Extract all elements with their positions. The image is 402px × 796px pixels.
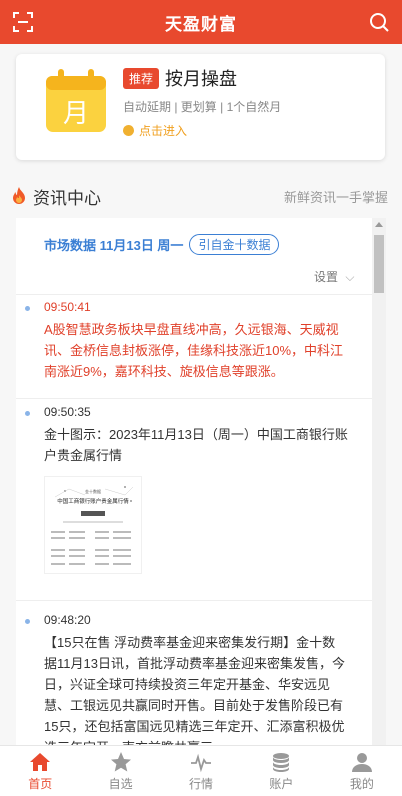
news-time: 09:48:20 [44,613,91,627]
news-item[interactable]: 09:48:20 【15只在售 浮动费率基金迎来密集发行期】金十数据11月13日… [16,613,372,745]
tab-label: 自选 [108,777,133,791]
tab-account[interactable]: 账户 [241,746,321,796]
star-icon [110,752,131,772]
section-title: 资讯中心 [33,189,101,208]
fire-icon [13,187,25,204]
top-bar: 天盈财富 [0,0,402,44]
divider [16,398,372,399]
tab-me[interactable]: 我的 [322,746,402,796]
enter-link[interactable]: 点击进入 [123,122,187,139]
coins-icon [273,753,290,772]
settings-dropdown[interactable]: 设置 ⌵ [314,268,354,285]
timeline-dot [25,619,30,624]
svg-text:金十数据: 金十数据 [85,488,101,494]
tab-market[interactable]: 行情 [161,746,241,796]
enter-label: 点击进入 [139,124,188,138]
tab-label: 行情 [189,777,214,791]
news-feed[interactable]: 市场数据 11月13日 周一 引自金十数据 设置 ⌵ 09:50:41 A股智慧… [16,218,386,745]
news-text: A股智慧政务板块早盘直线冲高，久远银海、天威视讯、金桥信息封板涨停，佳缘科技涨近… [44,322,344,379]
user-icon [351,753,372,772]
timeline-dot [25,306,30,311]
news-section-header: 资讯中心 新鲜资讯一手掌握 [0,178,402,212]
star-dot-icon [123,125,134,136]
divider [16,294,372,295]
scan-icon[interactable] [12,11,34,33]
recommend-badge: 推荐 [123,67,160,89]
divider [16,600,372,601]
app-title: 天盈财富 [165,14,237,34]
tab-watchlist[interactable]: 自选 [80,746,160,796]
tab-home[interactable]: 首页 [0,746,80,796]
news-time: 09:50:35 [44,405,91,419]
timeline-dot [25,411,30,416]
promo-card[interactable]: 月 推荐 按月操盘 自动延期 | 更划算 | 1个自然月 点击进入 [16,54,385,160]
bottom-tab-bar: 首页 自选 行情 账户 我的 [0,745,402,796]
news-item[interactable]: 09:50:41 A股智慧政务板块早盘直线冲高，久远银海、天威视讯、金桥信息封板… [16,300,372,390]
scroll-up-icon[interactable] [375,222,383,227]
market-data-header: 市场数据 11月13日 周一 引自金十数据 [44,234,280,255]
source-badge[interactable]: 引自金十数据 [189,234,280,255]
market-title: 市场数据 11月13日 周一 [44,238,184,253]
tab-label: 首页 [28,777,53,791]
promo-name: 按月操盘 [165,69,238,89]
news-text: 【15只在售 浮动费率基金迎来密集发行期】金十数据11月13日讯，首批浮动费率基… [44,635,345,745]
pulse-icon [191,753,212,773]
home-icon [30,753,51,771]
thumbnail-caption: 中国工商银行账户贵金属行情 [57,497,129,505]
news-time: 09:50:41 [44,300,91,314]
news-image-thumbnail[interactable]: 金十数据 中国工商银行账户贵金属行情 [44,476,142,574]
scrollbar-thumb[interactable] [374,235,384,293]
calendar-icon: 月 [46,69,106,132]
news-text: 金十图示：2023年11月13日（周一）中国工商银行账户贵金属行情 [44,427,348,463]
settings-label: 设置 [314,270,339,284]
tab-label: 我的 [349,777,374,791]
scrollbar[interactable] [372,218,386,745]
section-subtitle: 新鲜资讯一手掌握 [283,190,388,205]
calendar-char: 月 [63,99,89,129]
tab-label: 账户 [269,777,294,791]
promo-meta: 自动延期 | 更划算 | 1个自然月 [123,100,282,114]
search-icon[interactable] [368,11,390,33]
chevron-down-icon: ⌵ [345,270,355,284]
